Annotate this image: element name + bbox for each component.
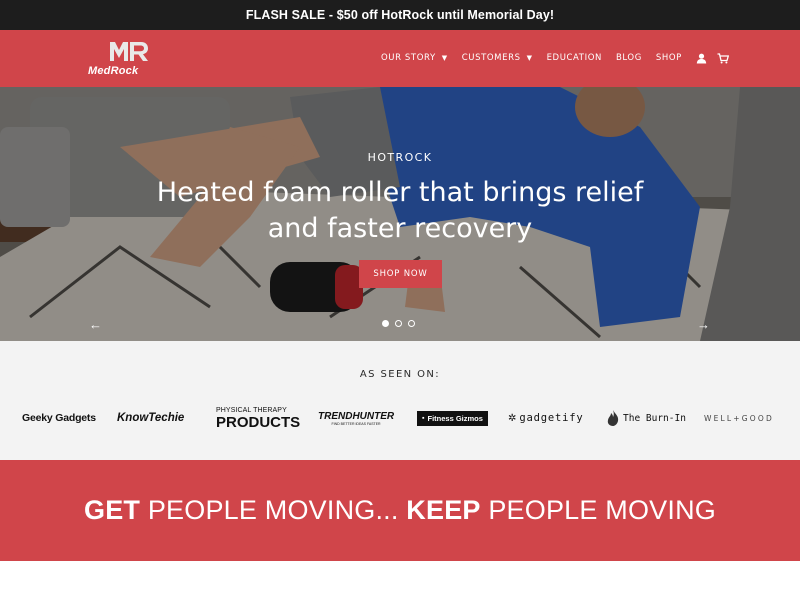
page-bottom-area: [0, 561, 800, 600]
nav-item-our-story[interactable]: OUR STORY ▼: [381, 53, 448, 63]
press-logo-the-burn-in[interactable]: The Burn-In: [607, 403, 686, 433]
cta-text-1: PEOPLE MOVING...: [140, 495, 407, 525]
nav-item-shop[interactable]: SHOP: [656, 53, 682, 63]
nav-label-our-story[interactable]: OUR STORY: [381, 53, 436, 63]
cta-word-get: GET: [84, 495, 141, 525]
press-logo-text: Geeky Gadgets: [22, 412, 96, 424]
site-header: MedRock OUR STORY ▼ CUSTOMERS ▼ EDUCATIO…: [0, 30, 800, 87]
nav-label-education[interactable]: EDUCATION: [547, 53, 602, 63]
hero-slider: HOTROCK Heated foam roller that brings r…: [0, 87, 800, 341]
main-nav: OUR STORY ▼ CUSTOMERS ▼ EDUCATION BLOG S…: [381, 50, 739, 66]
nav-item-blog[interactable]: BLOG: [616, 53, 642, 63]
fitness-gizmos-badge: ▪ Fitness Gizmos: [417, 410, 488, 426]
as-seen-on-section: AS SEEN ON: Geeky Gadgets KnowTechie PHY…: [0, 341, 800, 460]
nav-label-blog[interactable]: BLOG: [616, 53, 642, 63]
slider-dot-3[interactable]: [408, 320, 415, 327]
slider-dot-1[interactable]: [382, 320, 389, 327]
cta-word-keep: KEEP: [406, 495, 481, 525]
press-logo-text: Fitness Gizmos: [427, 413, 483, 423]
medrock-logo[interactable]: MedRock: [88, 39, 168, 79]
slider-next-arrow-icon[interactable]: →: [697, 318, 710, 331]
press-logo-subtext: FIND BETTER IDEAS FASTER: [331, 421, 381, 426]
press-logo-text: TRENDHUNTER: [318, 410, 395, 422]
nav-label-shop[interactable]: SHOP: [656, 53, 682, 63]
logo-wordmark: MedRock: [88, 65, 139, 77]
press-logo-text: The Burn-In: [623, 412, 686, 424]
press-logo-text: WELL+GOOD: [704, 413, 774, 423]
nav-item-education[interactable]: EDUCATION: [547, 53, 602, 63]
hero-kicker: HOTROCK: [367, 151, 433, 164]
press-logo-well-good[interactable]: WELL+GOOD: [704, 403, 774, 433]
press-logo-geeky-gadgets[interactable]: Geeky Gadgets: [22, 403, 96, 433]
chevron-down-icon[interactable]: ▼: [527, 54, 533, 62]
as-seen-on-title: AS SEEN ON:: [359, 369, 441, 380]
press-logo-text: KnowTechie: [117, 412, 185, 424]
press-logo-text: gadgetify: [519, 412, 584, 424]
logo-mark-icon: [110, 42, 148, 61]
cta-band: GET PEOPLE MOVING... KEEP PEOPLE MOVING: [0, 460, 800, 561]
slider-dot-2[interactable]: [395, 320, 402, 327]
nav-label-customers[interactable]: CUSTOMERS: [462, 53, 521, 63]
nav-item-customers[interactable]: CUSTOMERS ▼: [462, 53, 533, 63]
cart-icon[interactable]: [717, 52, 729, 64]
chevron-down-icon[interactable]: ▼: [442, 54, 448, 62]
press-logo-fitness-gizmos[interactable]: ▪ Fitness Gizmos: [417, 403, 488, 433]
press-logo-text-bottom: PRODUCTS: [216, 413, 301, 431]
press-logo-trendhunter[interactable]: TRENDHUNTER FIND BETTER IDEAS FASTER: [318, 403, 394, 433]
cta-headline: GET PEOPLE MOVING... KEEP PEOPLE MOVING: [84, 495, 716, 526]
flash-sale-text[interactable]: FLASH SALE - $50 off HotRock until Memor…: [246, 8, 554, 22]
slider-prev-arrow-icon[interactable]: ←: [89, 318, 102, 331]
gear-icon: ✲: [508, 412, 517, 424]
user-icon[interactable]: [696, 53, 707, 64]
flame-icon: [607, 410, 619, 426]
flash-sale-bar[interactable]: FLASH SALE - $50 off HotRock until Memor…: [0, 0, 800, 30]
press-logo-knowtechie[interactable]: KnowTechie: [117, 403, 184, 433]
press-logo-pt-products[interactable]: PHYSICAL THERAPY PRODUCTS: [216, 403, 300, 433]
dumbbell-icon: ▪: [422, 414, 425, 422]
press-logo-gadgetify[interactable]: ✲ gadgetify: [508, 403, 583, 433]
hero-title: Heated foam roller that brings relief an…: [156, 177, 644, 244]
shop-now-button[interactable]: SHOP NOW: [359, 260, 442, 288]
press-logos: Geeky Gadgets KnowTechie PHYSICAL THERAP…: [0, 403, 800, 433]
slider-dots: [382, 320, 415, 327]
cta-text-2: PEOPLE MOVING: [480, 495, 716, 525]
